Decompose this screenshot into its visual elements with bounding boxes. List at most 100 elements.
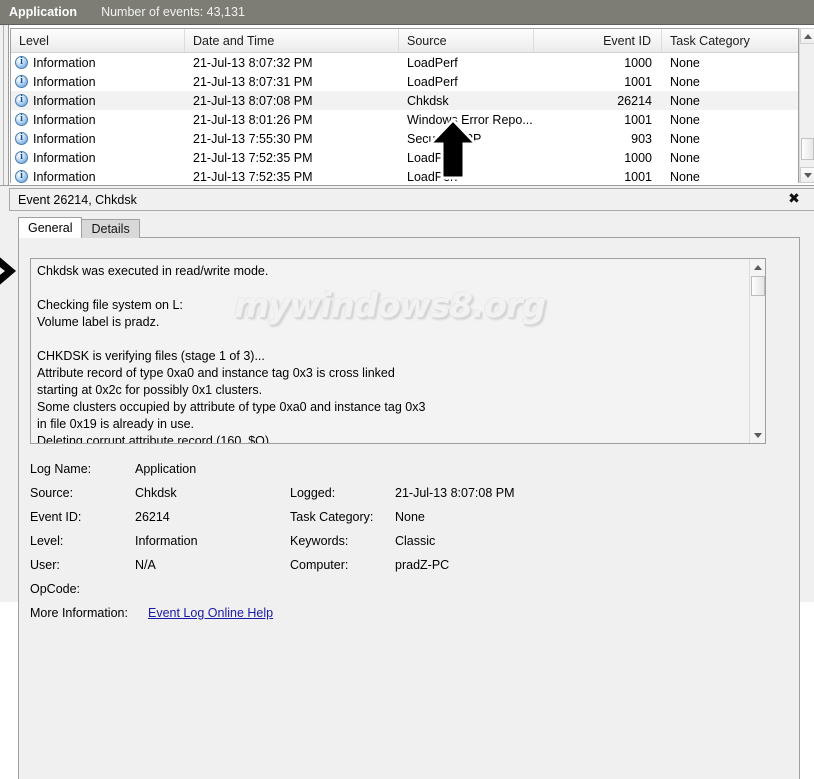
column-header-source[interactable]: Source	[399, 29, 534, 52]
cell-source: Security-SPP	[407, 131, 482, 146]
triangle-up-icon	[754, 264, 762, 270]
cell-level-text: Information	[33, 112, 96, 127]
tab-general[interactable]: General	[18, 217, 83, 238]
cell-source: Chkdsk	[407, 93, 449, 108]
cell-date-and-time: 21-Jul-13 7:52:35 PM	[193, 150, 313, 165]
column-header-event-id[interactable]: Event ID	[534, 29, 662, 52]
cell-task-category: None	[670, 112, 700, 127]
event-detail-title: Event 26214, Chkdsk	[18, 192, 137, 207]
event-list-header-row: Level Date and Time Source Event ID Task…	[11, 29, 798, 53]
metadata-row: User: N/A Computer: pradZ-PC	[30, 553, 770, 577]
detail-header-divider	[9, 210, 814, 211]
cell-event-id: 1001	[624, 74, 652, 89]
metadata-row: Event ID: 26214 Task Category: None	[30, 505, 770, 529]
scroll-down-button[interactable]	[800, 167, 814, 183]
event-list-row[interactable]: Information 21-Jul-13 7:52:35 PM LoadPerf 1…	[11, 148, 798, 167]
log-name-value: Application	[135, 462, 197, 476]
triangle-down-icon	[803, 172, 812, 178]
cell-event-id: 1000	[624, 55, 652, 70]
cell-source: LoadPerf	[407, 55, 458, 70]
event-list-row[interactable]: Information 21-Jul-13 8:07:08 PM Chkdsk 262…	[11, 91, 798, 110]
information-icon	[15, 55, 28, 69]
event-list-row[interactable]: Information 21-Jul-13 7:55:30 PM Security-…	[11, 129, 798, 148]
message-scroll-down-button[interactable]	[750, 427, 765, 443]
event-log-online-help-link[interactable]: Event Log Online Help	[148, 606, 273, 620]
cell-date-and-time: 21-Jul-13 7:55:30 PM	[193, 131, 313, 146]
event-list-row[interactable]: Information 21-Jul-13 8:07:32 PM LoadPerf 1…	[11, 53, 798, 72]
opcode-label: OpCode:	[30, 582, 81, 596]
information-icon	[15, 93, 28, 107]
cell-source: LoadPerf	[407, 74, 458, 89]
information-icon	[15, 150, 28, 164]
cell-source: LoadPerf	[407, 169, 458, 184]
event-id-label: Event ID:	[30, 510, 82, 524]
log-name-label: Log Name:	[30, 462, 92, 476]
cell-task-category: None	[670, 169, 700, 184]
cell-date-and-time: 21-Jul-13 8:07:31 PM	[193, 74, 313, 89]
triangle-up-icon	[803, 33, 812, 39]
metadata-row: Level: Information Keywords: Classic	[30, 529, 770, 553]
cell-level: Information	[11, 53, 185, 72]
cell-source: LoadPerf	[407, 150, 458, 165]
event-list-row[interactable]: Information 21-Jul-13 8:07:31 PM LoadPerf 1…	[11, 72, 798, 91]
cell-level-text: Information	[33, 74, 96, 89]
cell-event-id: 1001	[624, 169, 652, 184]
close-icon[interactable]: ✖	[786, 191, 802, 207]
source-label: Source:	[30, 486, 74, 500]
task-category-label: Task Category:	[290, 510, 374, 524]
event-metadata: Log Name: Application Source: Chkdsk Log…	[30, 457, 770, 625]
column-header-date-and-time[interactable]: Date and Time	[185, 29, 399, 52]
information-icon	[15, 74, 28, 88]
column-header-task-category[interactable]: Task Category	[662, 29, 784, 52]
cell-date-and-time: 21-Jul-13 8:07:08 PM	[193, 93, 313, 108]
cell-task-category: None	[670, 150, 700, 165]
column-header-level[interactable]: Level	[11, 29, 185, 52]
cell-date-and-time: 21-Jul-13 8:07:32 PM	[193, 55, 313, 70]
cell-level: Information	[11, 167, 185, 183]
event-list-grid[interactable]: Level Date and Time Source Event ID Task…	[10, 28, 799, 183]
level-value: Information	[135, 534, 198, 548]
event-detail-header: Event 26214, Chkdsk	[9, 188, 814, 210]
event-message-box[interactable]: Chkdsk was executed in read/write mode. …	[30, 258, 766, 444]
cell-level: Information	[11, 91, 185, 110]
logged-label: Logged:	[290, 486, 336, 500]
cell-event-id: 903	[631, 131, 652, 146]
event-list-row[interactable]: Information 21-Jul-13 7:52:35 PM LoadPerf 1…	[11, 167, 798, 183]
keywords-label: Keywords:	[290, 534, 349, 548]
metadata-row: More Information: Event Log Online Help	[30, 601, 770, 625]
scroll-up-button[interactable]	[800, 28, 814, 44]
log-header-bar: Application Number of events: 43,131	[0, 0, 814, 25]
level-label: Level:	[30, 534, 64, 548]
cell-date-and-time: 21-Jul-13 7:52:35 PM	[193, 169, 313, 184]
user-value: N/A	[135, 558, 156, 572]
triangle-down-icon	[754, 432, 762, 438]
event-message-text: Chkdsk was executed in read/write mode. …	[37, 264, 426, 444]
event-list-row[interactable]: Information 21-Jul-13 8:01:26 PM Windows E…	[11, 110, 798, 129]
cell-level: Information	[11, 129, 185, 148]
event-list-scrollbar[interactable]	[799, 28, 814, 183]
detail-tabs: General Details	[18, 217, 140, 238]
cell-event-id: 26214	[617, 93, 652, 108]
computer-label: Computer:	[290, 558, 349, 572]
message-scrollbar-thumb[interactable]	[751, 276, 765, 296]
logged-value: 21-Jul-13 8:07:08 PM	[395, 486, 515, 500]
event-id-value: 26214	[135, 510, 170, 524]
cell-source: Windows Error Repo...	[407, 112, 533, 127]
cell-level: Information	[11, 72, 185, 91]
list-pane-left-gutter	[0, 25, 9, 185]
message-scrollbar[interactable]	[749, 259, 765, 443]
cell-level-text: Information	[33, 93, 96, 108]
more-information-label: More Information:	[30, 606, 128, 620]
message-scroll-up-button[interactable]	[750, 259, 765, 275]
source-value: Chkdsk	[135, 486, 177, 500]
information-icon	[15, 169, 28, 183]
scrollbar-thumb[interactable]	[801, 138, 814, 160]
cell-task-category: None	[670, 55, 700, 70]
information-icon	[15, 112, 28, 126]
cell-level-text: Information	[33, 131, 96, 146]
tab-details[interactable]: Details	[81, 219, 140, 238]
events-count-label: Number of events: 43,131	[101, 5, 245, 19]
cell-task-category: None	[670, 74, 700, 89]
cell-level: Information	[11, 148, 185, 167]
user-label: User:	[30, 558, 60, 572]
